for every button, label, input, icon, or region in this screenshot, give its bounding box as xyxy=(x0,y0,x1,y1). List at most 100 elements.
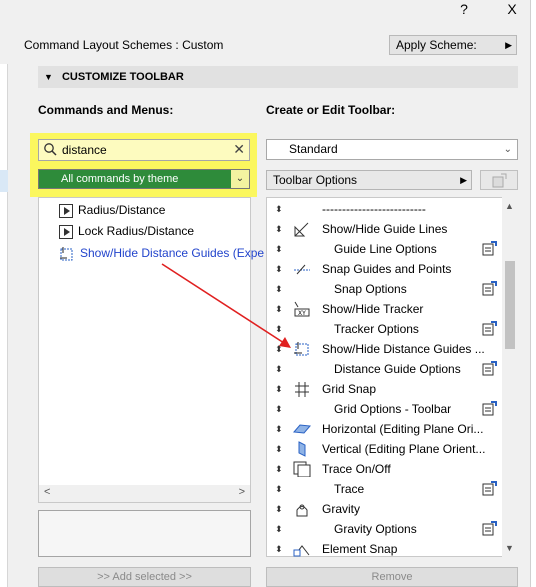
toolbar-list-item[interactable]: ⬍ Gravity xyxy=(267,499,497,519)
move-handle-icon[interactable]: ⬍ xyxy=(275,199,283,219)
options-dialog-icon[interactable] xyxy=(482,361,498,377)
toolbar-list-item[interactable]: ⬍ Show/Hide Guide Lines xyxy=(267,219,497,239)
left-panel-edge xyxy=(0,64,8,587)
move-handle-icon[interactable]: ⬍ xyxy=(275,279,283,299)
toolbar-list-item[interactable]: ⬍ Horizontal (Editing Plane Ori... xyxy=(267,419,497,439)
toolbar-list-item[interactable]: ⬍ Guide Line Options xyxy=(267,239,497,259)
toolbar-list-item[interactable]: ⬍ Snap Options xyxy=(267,279,497,299)
toolbar-options-button[interactable]: Toolbar Options ▶ xyxy=(266,170,472,190)
horizontal-scrollbar[interactable]: < > xyxy=(39,485,250,502)
move-handle-icon[interactable]: ⬍ xyxy=(275,239,283,259)
list-item[interactable]: Radius/Distance xyxy=(59,200,165,220)
command-description-box xyxy=(38,510,251,557)
tracker-icon: XY xyxy=(294,301,310,317)
toolbar-item-label: Gravity Options xyxy=(334,522,417,536)
move-handle-icon[interactable]: ⬍ xyxy=(275,459,283,479)
toolbar-list-item[interactable]: ⬍ Trace On/Off xyxy=(267,459,497,479)
options-dialog-icon[interactable] xyxy=(482,281,498,297)
toolbar-list-item[interactable]: ⬍ Vertical (Editing Plane Orient... xyxy=(267,439,497,459)
toolbar-list-item[interactable]: ⬍ Grid Snap xyxy=(267,379,497,399)
toolbar-item-label: Snap Options xyxy=(334,282,407,296)
chevron-down-icon: ⌄ xyxy=(503,144,512,155)
apply-scheme-button[interactable]: Apply Scheme: ▶ xyxy=(389,35,517,55)
move-handle-icon[interactable]: ⬍ xyxy=(275,499,283,519)
toolbar-list-item[interactable]: ⬍ Element Snap xyxy=(267,539,497,559)
move-handle-icon[interactable]: ⬍ xyxy=(275,479,283,499)
guide-lines-icon xyxy=(294,222,309,237)
command-filter-select[interactable]: All commands by theme ⌄ xyxy=(38,169,250,189)
scheme-label: Command Layout Schemes : Custom xyxy=(24,38,224,52)
close-button[interactable]: X xyxy=(492,0,532,18)
options-dialog-icon[interactable] xyxy=(482,321,498,337)
toolbar-item-label: Snap Guides and Points xyxy=(322,262,452,276)
move-handle-icon[interactable]: ⬍ xyxy=(275,299,283,319)
toolbar-list-item[interactable]: ⬍ Grid Options - Toolbar xyxy=(267,399,497,419)
toolbar-options-label: Toolbar Options xyxy=(273,173,358,187)
commands-heading: Commands and Menus: xyxy=(38,103,174,117)
remove-button[interactable]: Remove xyxy=(266,567,518,587)
move-handle-icon[interactable]: ⬍ xyxy=(275,399,283,419)
move-handle-icon[interactable]: ⬍ xyxy=(275,259,283,279)
svg-text:XY: XY xyxy=(298,310,306,317)
horizontal-plane-icon xyxy=(293,424,311,434)
move-handle-icon[interactable]: ⬍ xyxy=(275,519,283,539)
customize-toolbar-section[interactable]: ▼ CUSTOMIZE TOOLBAR xyxy=(38,66,518,88)
move-handle-icon[interactable]: ⬍ xyxy=(275,319,283,339)
scroll-left-icon[interactable]: < xyxy=(44,486,50,498)
chevron-down-icon: ⌄ xyxy=(231,170,249,188)
move-handle-icon[interactable]: ⬍ xyxy=(275,419,283,439)
commands-list[interactable]: Radius/Distance Lock Radius/Distance Sho… xyxy=(38,197,264,503)
scroll-up-icon[interactable]: ▲ xyxy=(505,201,514,211)
help-button[interactable]: ? xyxy=(444,0,484,18)
toolbar-list-item[interactable]: ⬍ Distance Guide Options xyxy=(267,359,497,379)
toolbar-item-label: Grid Options - Toolbar xyxy=(334,402,452,416)
options-dialog-icon[interactable] xyxy=(482,521,498,537)
trace-icon xyxy=(293,461,311,477)
collapse-triangle-icon: ▼ xyxy=(44,72,53,82)
vertical-scrollbar[interactable]: ▲ ▼ xyxy=(502,197,518,557)
element-snap-icon xyxy=(293,545,310,557)
toolbar-list-item[interactable]: ⬍ -------------------------- xyxy=(267,199,497,219)
toolbar-item-label: Tracker Options xyxy=(334,322,419,336)
toolbar-list-item[interactable]: ⬍ Snap Guides and Points xyxy=(267,259,497,279)
list-item-label: Radius/Distance xyxy=(78,203,166,217)
options-dialog-icon[interactable] xyxy=(482,241,498,257)
clear-search-icon[interactable]: ✕ xyxy=(233,141,245,158)
options-dialog-icon[interactable] xyxy=(482,481,498,497)
new-toolbar-icon xyxy=(492,173,507,188)
gravity-icon xyxy=(296,504,308,517)
move-handle-icon[interactable]: ⬍ xyxy=(275,359,283,379)
toolbar-list-item[interactable]: ⬍ Show/Hide Distance Guides ... xyxy=(267,339,497,359)
toolbar-list-item[interactable]: ⬍ Gravity Options xyxy=(267,519,497,539)
scroll-right-icon[interactable]: > xyxy=(239,486,245,498)
move-handle-icon[interactable]: ⬍ xyxy=(275,339,283,359)
toolbar-heading: Create or Edit Toolbar: xyxy=(266,103,396,117)
move-handle-icon[interactable]: ⬍ xyxy=(275,439,283,459)
toolbar-item-label: Vertical (Editing Plane Orient... xyxy=(322,442,486,456)
search-input[interactable]: distance ✕ xyxy=(38,139,250,161)
move-handle-icon[interactable]: ⬍ xyxy=(275,219,283,239)
move-handle-icon[interactable]: ⬍ xyxy=(275,539,283,559)
options-dialog-icon[interactable] xyxy=(482,401,498,417)
toolbar-item-label: Trace xyxy=(334,482,365,496)
toolbar-list-item[interactable]: ⬍ Tracker Options xyxy=(267,319,497,339)
toolbar-item-label: -------------------------- xyxy=(322,202,426,216)
toolbar-select-value: Standard xyxy=(289,142,338,156)
right-panel-edge xyxy=(530,0,536,587)
apply-scheme-label: Apply Scheme: xyxy=(396,38,477,52)
scroll-thumb[interactable] xyxy=(505,261,515,349)
toolbar-item-label: Show/Hide Tracker xyxy=(322,302,424,316)
toolbar-select[interactable]: Standard ⌄ xyxy=(266,139,518,160)
toolbar-list-item[interactable]: ⬍ Trace xyxy=(267,479,497,499)
toolbar-items-list[interactable]: ⬍ -------------------------- ⬍ Show/Hide Gu… xyxy=(266,197,518,557)
move-handle-icon[interactable]: ⬍ xyxy=(275,379,283,399)
toolbar-list-item[interactable]: ⬍ XY Show/Hide Tracker xyxy=(267,299,497,319)
chevron-right-icon: ▶ xyxy=(505,40,512,50)
list-item[interactable]: Show/Hide Distance Guides (Expe xyxy=(59,243,264,263)
scroll-down-icon[interactable]: ▼ xyxy=(505,543,514,553)
add-selected-button[interactable]: >> Add selected >> xyxy=(38,567,251,587)
new-toolbar-button[interactable] xyxy=(480,170,518,190)
section-title: CUSTOMIZE TOOLBAR xyxy=(61,71,184,83)
list-item[interactable]: Lock Radius/Distance xyxy=(59,221,194,241)
chevron-right-icon: ▶ xyxy=(460,175,467,185)
